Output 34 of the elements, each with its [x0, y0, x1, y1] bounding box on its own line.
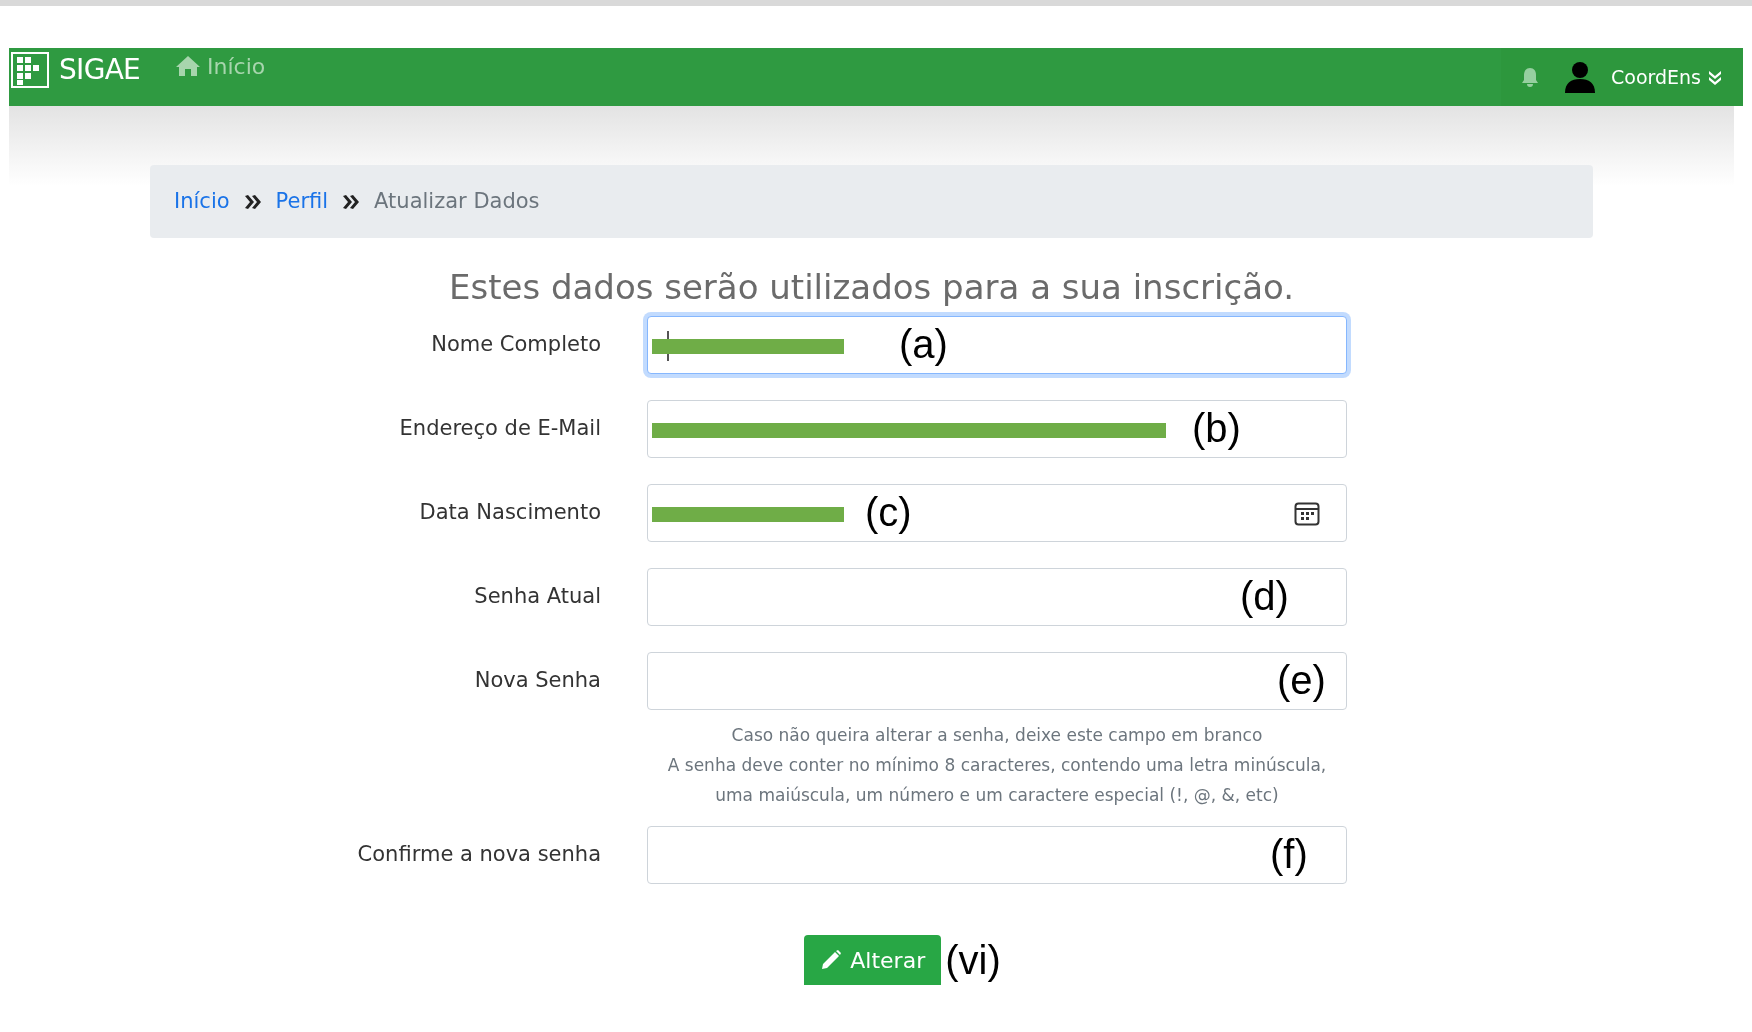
form-heading: Estes dados serão utilizados para a sua inscrição.	[447, 266, 1296, 309]
annotation-label: (f)	[1270, 831, 1308, 878]
breadcrumb-current: Atualizar Dados	[374, 187, 540, 215]
pencil-icon	[820, 949, 843, 971]
calendar-icon[interactable]	[1294, 502, 1320, 526]
help-text: A senha deve conter no mínimo 8 caracteres, contendo uma letra minúscula, uma maiúscula, um número e um caractere especial (!, @, &, etc)	[666, 754, 1328, 807]
breadcrumb-link[interactable]: Perfil	[275, 185, 329, 218]
password-input-field[interactable]: (f)	[647, 826, 1347, 884]
field-label: Senha Atual	[473, 583, 601, 611]
field-label: Nome Completo	[430, 331, 601, 359]
annotation-label: (c)	[865, 489, 912, 536]
annotation-label: (e)	[1277, 657, 1326, 704]
brand-name[interactable]: SIGAE	[59, 49, 141, 91]
date-input-field[interactable]: (c)	[647, 484, 1347, 542]
field-label: Nova Senha	[473, 667, 601, 695]
double-chevron-icon	[243, 193, 262, 210]
field-label: Confirme a nova senha	[356, 841, 601, 869]
text-input-field[interactable]: (a)	[647, 316, 1347, 374]
annotation-label: (a)	[899, 321, 948, 368]
breadcrumb-link[interactable]: Início	[174, 185, 230, 218]
field-label: Endereço de E-Mail	[398, 415, 601, 443]
annotation-label: (b)	[1192, 405, 1241, 452]
help-text: Caso não queira alterar a senha, deixe este campo em branco	[730, 724, 1264, 747]
annotation-label: (d)	[1240, 573, 1289, 620]
field-label: Data Nascimento	[418, 499, 601, 527]
double-chevron-icon	[342, 193, 361, 210]
user-avatar-icon	[1563, 61, 1597, 93]
house-icon	[175, 55, 202, 77]
annotation-label: (vi)	[945, 937, 1001, 984]
double-chevron-down-icon	[1707, 69, 1723, 85]
grid-logo-icon	[11, 52, 49, 88]
password-input-field[interactable]: (e)	[647, 652, 1347, 710]
password-input-field[interactable]: (d)	[647, 568, 1347, 626]
email-input-field[interactable]: (b)	[647, 400, 1347, 458]
